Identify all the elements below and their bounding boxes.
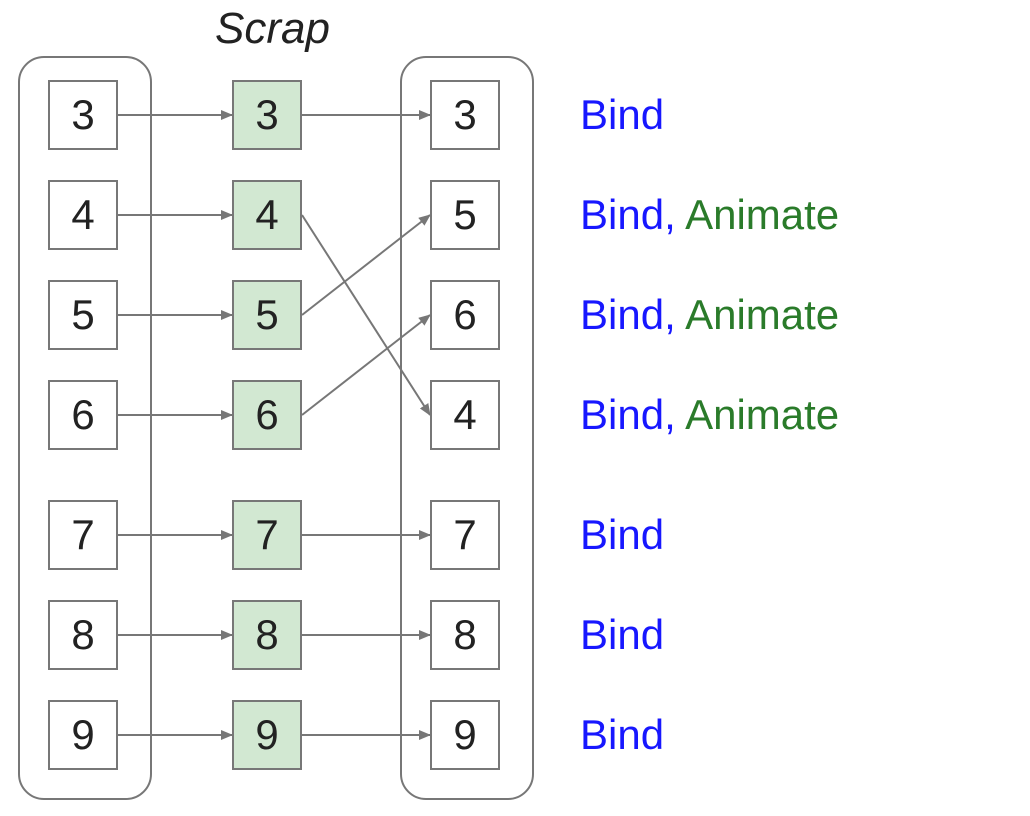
animate-text: Animate	[685, 191, 839, 238]
row-label-1: Bind, Animate	[580, 191, 839, 239]
left-cell-8: 8	[48, 600, 118, 670]
row-label-2: Bind, Animate	[580, 291, 839, 339]
left-cell-3: 3	[48, 80, 118, 150]
row-label-0: Bind	[580, 91, 664, 139]
bind-text: Bind	[580, 511, 664, 558]
right-cell-5: 5	[430, 180, 500, 250]
row-label-3: Bind, Animate	[580, 391, 839, 439]
bind-text: Bind	[580, 711, 664, 758]
comma-text: ,	[664, 391, 685, 438]
bind-text: Bind	[580, 391, 664, 438]
diagram-canvas: Scrap 345678934567893564789 BindBind, An…	[0, 0, 1030, 816]
bind-text: Bind	[580, 611, 664, 658]
bind-text: Bind	[580, 291, 664, 338]
bind-text: Bind	[580, 191, 664, 238]
scrap-cell-4: 4	[232, 180, 302, 250]
right-cell-4: 4	[430, 380, 500, 450]
right-cell-7: 7	[430, 500, 500, 570]
scrap-cell-5: 5	[232, 280, 302, 350]
left-cell-4: 4	[48, 180, 118, 250]
right-cell-9: 9	[430, 700, 500, 770]
scrap-cell-6: 6	[232, 380, 302, 450]
left-cell-9: 9	[48, 700, 118, 770]
left-cell-5: 5	[48, 280, 118, 350]
scrap-cell-3: 3	[232, 80, 302, 150]
row-label-6: Bind	[580, 711, 664, 759]
row-label-4: Bind	[580, 511, 664, 559]
comma-text: ,	[664, 191, 685, 238]
bind-text: Bind	[580, 91, 664, 138]
right-cell-8: 8	[430, 600, 500, 670]
scrap-title: Scrap	[215, 4, 330, 54]
right-cell-3: 3	[430, 80, 500, 150]
left-cell-6: 6	[48, 380, 118, 450]
scrap-cell-7: 7	[232, 500, 302, 570]
animate-text: Animate	[685, 291, 839, 338]
scrap-cell-9: 9	[232, 700, 302, 770]
row-label-5: Bind	[580, 611, 664, 659]
comma-text: ,	[664, 291, 685, 338]
left-cell-7: 7	[48, 500, 118, 570]
right-cell-6: 6	[430, 280, 500, 350]
animate-text: Animate	[685, 391, 839, 438]
scrap-cell-8: 8	[232, 600, 302, 670]
